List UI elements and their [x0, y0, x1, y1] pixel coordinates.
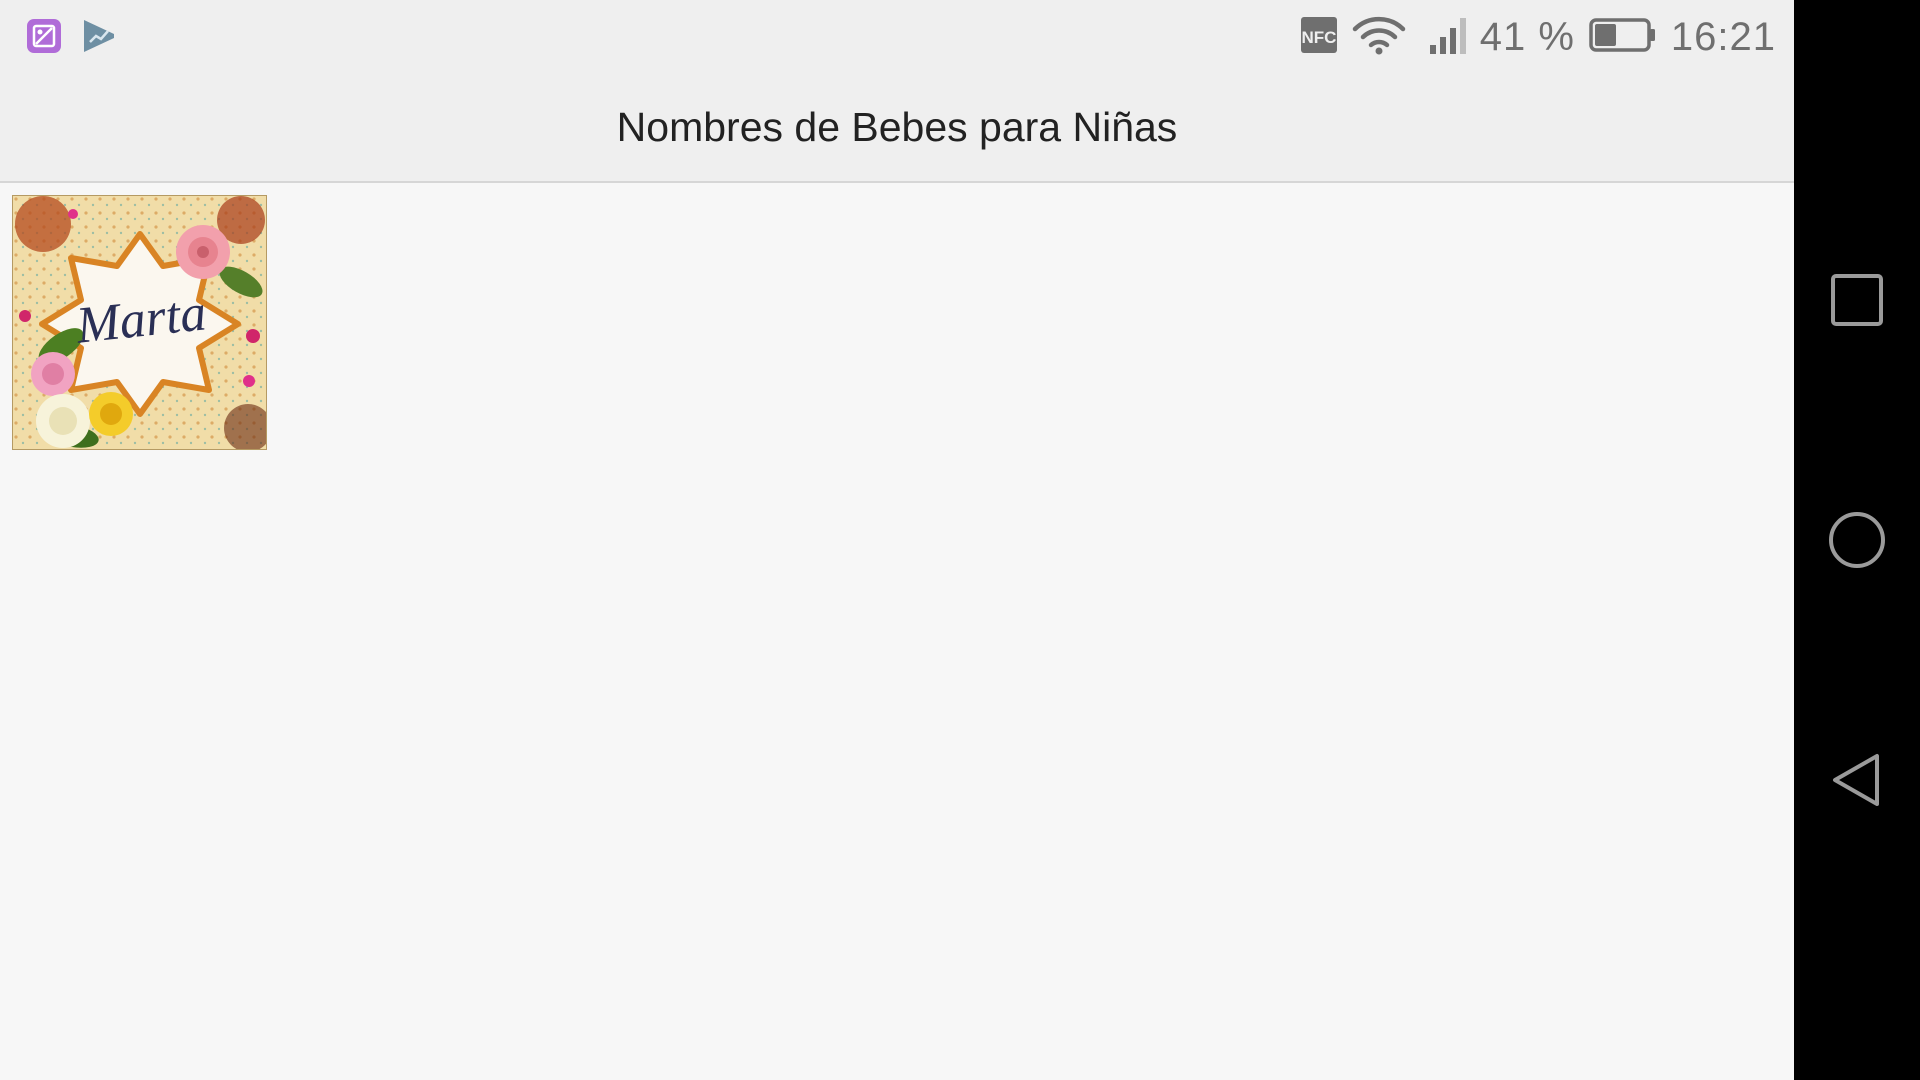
back-triangle-icon[interactable] — [1827, 750, 1887, 810]
status-bar: NFC 41 % 16:21 — [0, 0, 1794, 74]
signal-strength-icon — [1428, 15, 1472, 60]
play-store-notification-icon — [82, 18, 116, 59]
nfc-icon: NFC — [1300, 16, 1338, 59]
home-circle-icon[interactable] — [1827, 510, 1887, 570]
app-toolbar: Nombres de Bebes para Niñas — [0, 74, 1794, 183]
name-image-thumbnail[interactable]: Marta — [12, 195, 267, 450]
wifi-icon — [1352, 15, 1406, 60]
recents-square-icon[interactable] — [1827, 270, 1887, 330]
notification-icons — [26, 18, 116, 59]
battery-percent: 41 % — [1479, 14, 1575, 59]
page-title: Nombres de Bebes para Niñas — [616, 104, 1178, 150]
image-gallery: Marta — [12, 195, 267, 450]
navigation-bar — [1794, 0, 1920, 1080]
battery-icon — [1589, 17, 1657, 58]
clock: 16:21 — [1670, 14, 1776, 59]
svg-text:NFC: NFC — [1301, 28, 1336, 47]
system-status-icons: NFC 41 % 16:21 — [1300, 12, 1776, 62]
gallery-notification-icon — [26, 18, 62, 59]
app-screen: NFC 41 % 16:21 Nombres de Bebes para Niñ… — [0, 0, 1794, 1080]
